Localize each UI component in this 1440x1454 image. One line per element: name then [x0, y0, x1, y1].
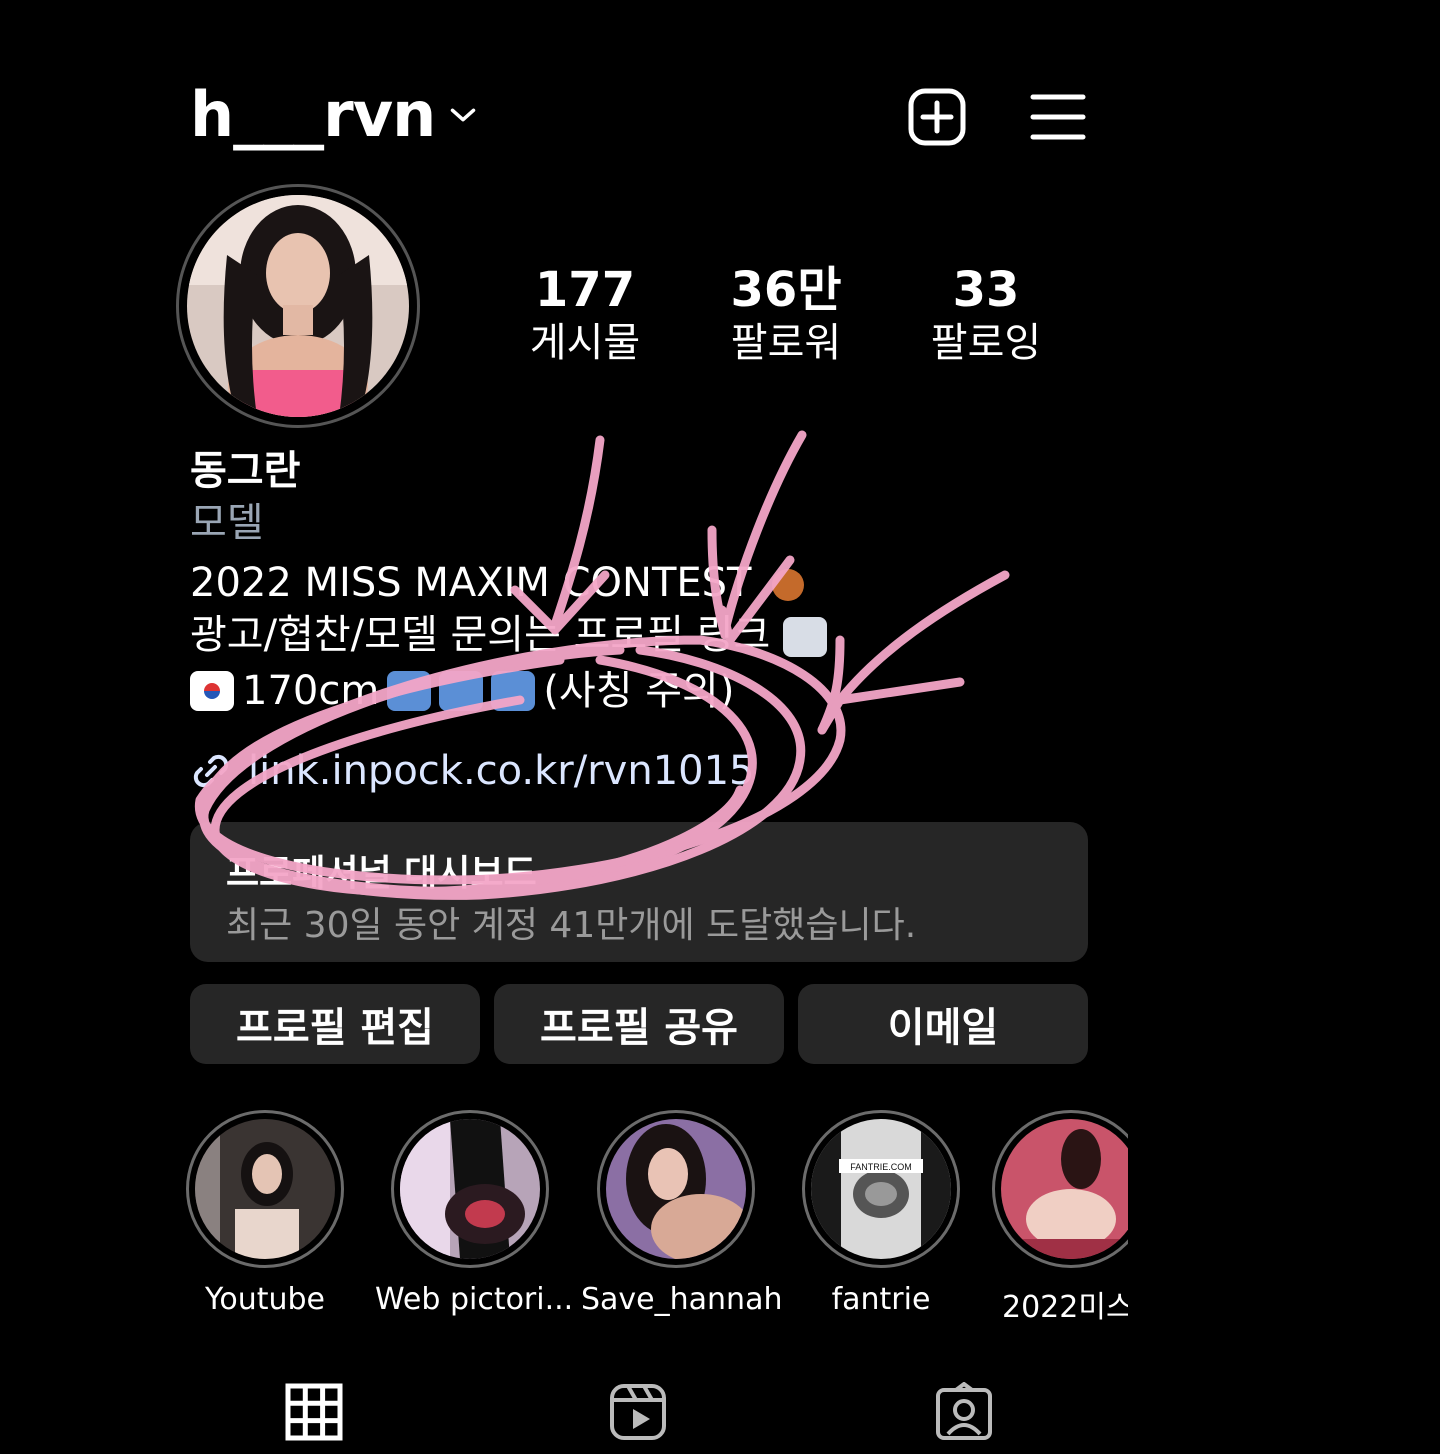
highlight-label: 2022미스 [1002, 1290, 1128, 1325]
bio-text: 광고/협찬/모델 문의는 프로필 링크 [190, 612, 771, 658]
highlight-ring [391, 1110, 549, 1268]
highlight-item[interactable]: FANTRIE.COM fantrie [786, 1110, 976, 1317]
stat-label: 팔로잉 [930, 320, 1042, 366]
edit-profile-button[interactable]: 프로필 편집 [190, 984, 480, 1064]
avatar-photo [187, 195, 409, 417]
dashboard-subtitle: 최근 30일 동안 계정 41만개에 도달했습니다. [226, 905, 917, 946]
envelope-icon [783, 617, 828, 657]
bio-note: (사칭 주의) [543, 668, 735, 714]
highlight-label: fantrie [831, 1282, 931, 1317]
highlight-cover [606, 1119, 746, 1259]
arrow-down-icon [387, 671, 432, 711]
bio-line-3: 170cm (사칭 주의) [190, 666, 734, 716]
tagged-icon[interactable] [934, 1382, 994, 1442]
highlight-item[interactable]: Web pictori... [375, 1110, 574, 1317]
highlight-cover [400, 1119, 540, 1259]
link-icon [193, 754, 229, 788]
bio-line-1: 2022 MISS MAXIM CONTEST [190, 558, 805, 608]
posts-count[interactable]: 177 게시물 [495, 262, 675, 368]
bio-text: 2022 MISS MAXIM CONTEST [190, 560, 752, 606]
share-profile-button[interactable]: 프로필 공유 [494, 984, 784, 1064]
bio-line-2: 광고/협찬/모델 문의는 프로필 링크 [190, 610, 828, 660]
highlight-cover [1001, 1119, 1128, 1259]
arrow-down-icon [439, 671, 484, 711]
badge-text: FANTRIE.COM [850, 1162, 912, 1172]
highlight-item[interactable]: Youtube [170, 1110, 360, 1317]
highlight-cover [195, 1119, 335, 1259]
highlight-label: Youtube [205, 1282, 325, 1317]
highlight-ring: FANTRIE.COM [802, 1110, 960, 1268]
username: h___rvn [190, 78, 436, 151]
highlight-cover: FANTRIE.COM [811, 1119, 951, 1259]
add-post-icon[interactable] [908, 88, 966, 146]
chevron-down-icon [451, 108, 476, 121]
highlight-label: Web pictori... [375, 1282, 574, 1317]
grid-icon[interactable] [284, 1382, 344, 1442]
profile-link[interactable]: link.inpock.co.kr/rvn1015 [190, 746, 754, 796]
highlight-ring [186, 1110, 344, 1268]
professional-dashboard[interactable]: 프로페셔널 대시보드 최근 30일 동안 계정 41만개에 도달했습니다. [190, 822, 1088, 962]
display-name: 동그란 [190, 448, 301, 494]
email-button[interactable]: 이메일 [798, 984, 1088, 1064]
hamburger-menu-icon[interactable] [1030, 92, 1086, 142]
link-text: link.inpock.co.kr/rvn1015 [248, 748, 755, 794]
bio-height: 170cm [242, 668, 380, 714]
highlight-item[interactable]: 2022미스 [992, 1110, 1128, 1326]
highlight-ring [992, 1110, 1128, 1268]
highlight-label: Save_hannah [581, 1282, 783, 1317]
username-switcher[interactable]: h___rvn [190, 78, 477, 151]
highlight-item[interactable]: Save_hannah [581, 1110, 783, 1317]
profile-avatar[interactable] [176, 184, 420, 428]
stat-value: 177 [534, 262, 636, 318]
arrow-down-icon [491, 671, 536, 711]
bronze-medal-icon [772, 569, 805, 601]
stat-value: 36만 [730, 262, 842, 318]
stat-label: 게시물 [529, 320, 641, 366]
highlight-ring [597, 1110, 755, 1268]
stat-label: 팔로워 [730, 320, 842, 366]
following-count[interactable]: 33 팔로잉 [896, 262, 1076, 368]
profile-category: 모델 [190, 500, 264, 546]
followers-count[interactable]: 36만 팔로워 [696, 262, 876, 368]
dashboard-title: 프로페셔널 대시보드 [226, 853, 537, 894]
korea-flag-icon [190, 671, 234, 711]
reels-icon[interactable] [608, 1382, 668, 1442]
stat-value: 33 [952, 262, 1020, 318]
